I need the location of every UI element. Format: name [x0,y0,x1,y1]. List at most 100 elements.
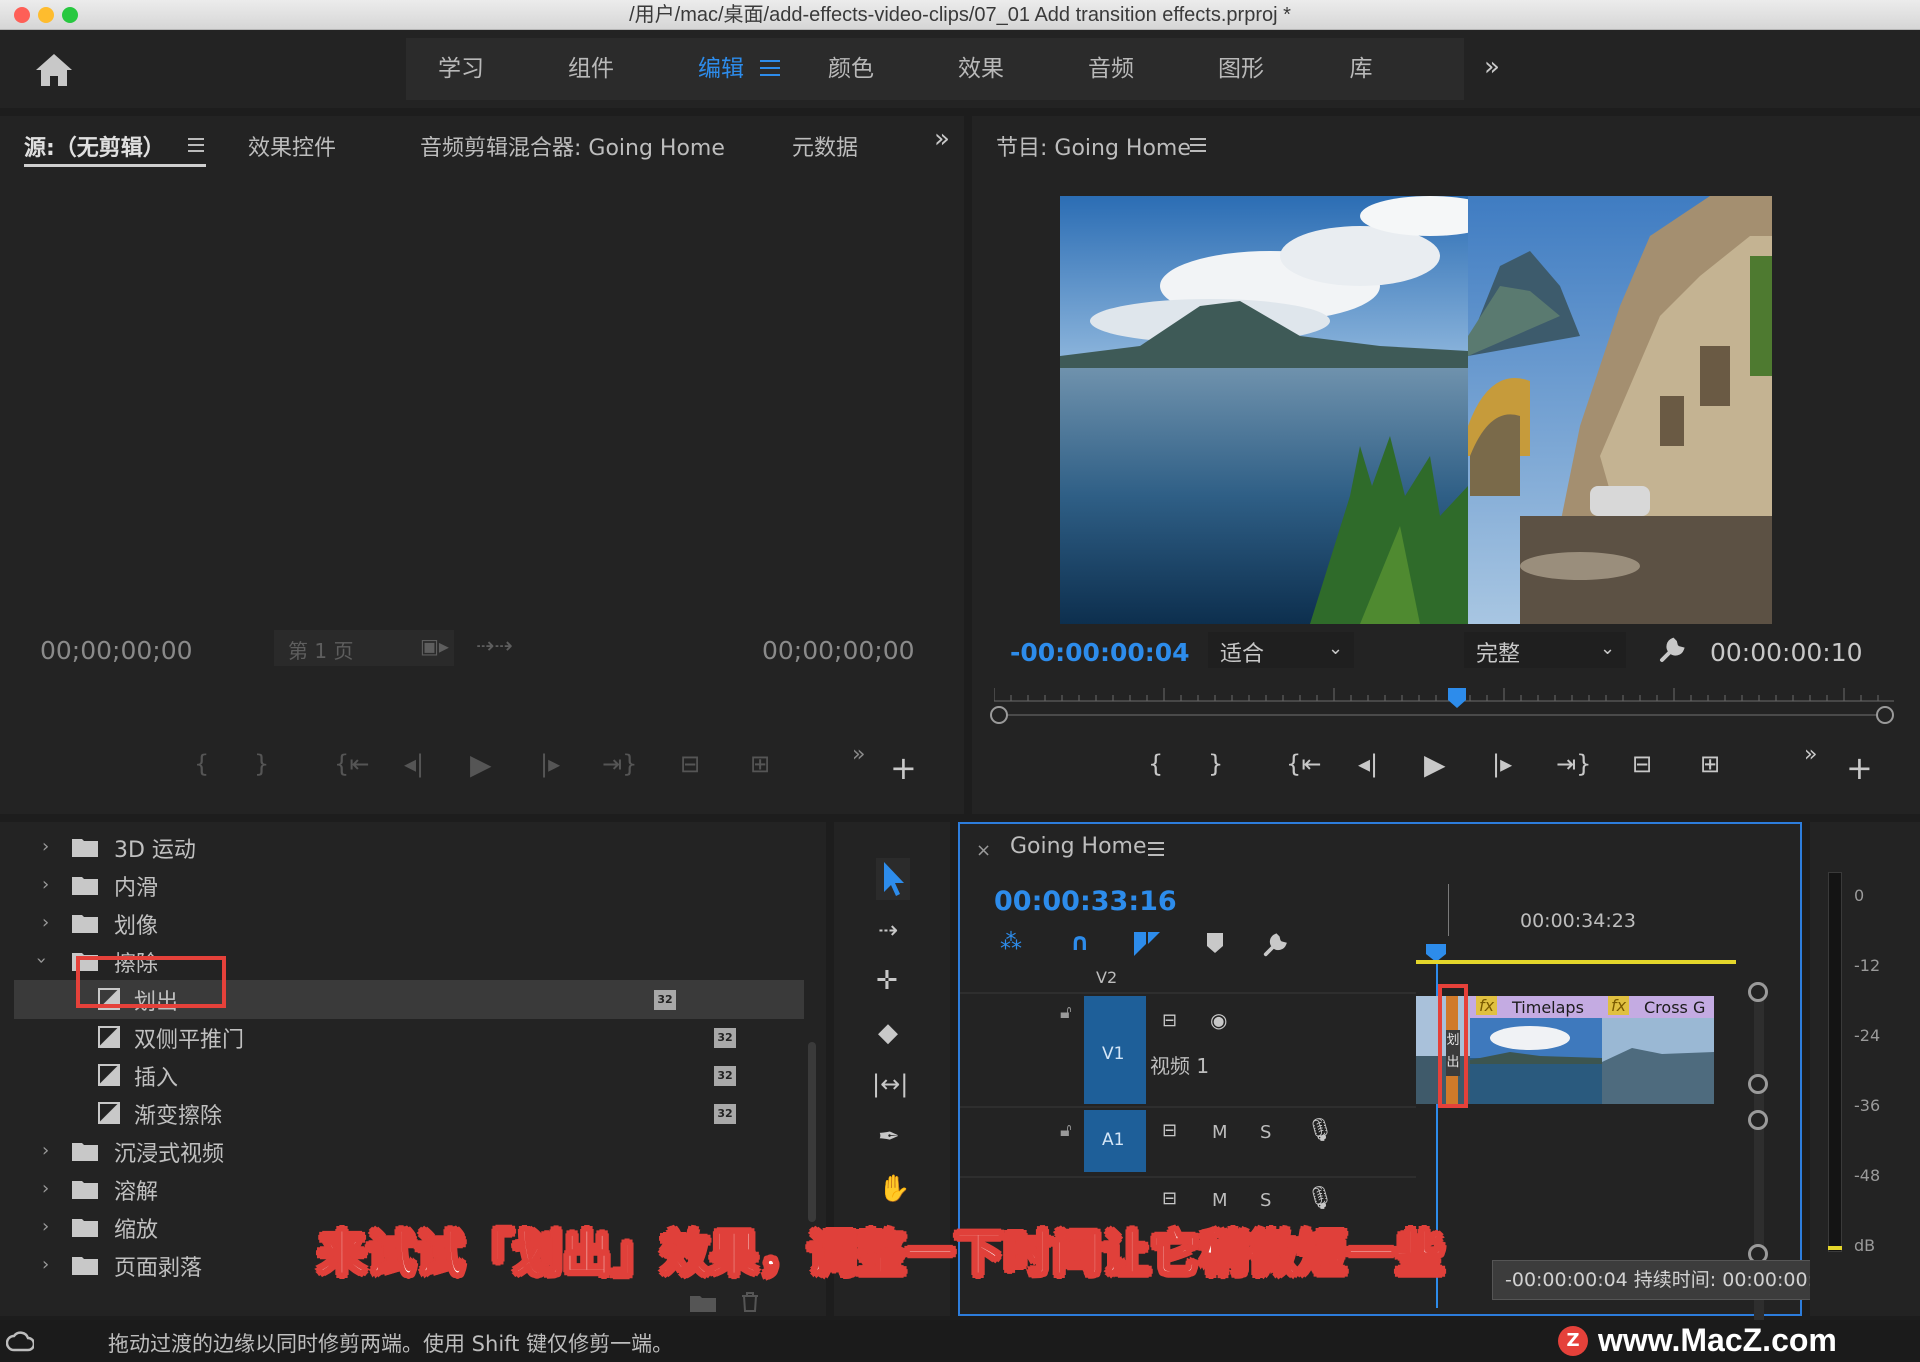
add-marker-icon[interactable] [1206,932,1224,954]
sequence-tab[interactable]: Going Home [1010,834,1147,859]
lock-icon[interactable]: 🔓︎ [1060,1120,1072,1141]
solo-button[interactable]: S [1260,1122,1271,1143]
tree-folder-slide[interactable]: › 内滑 [14,866,804,905]
scroll-handle[interactable] [1748,1074,1768,1094]
linked-selection-icon[interactable] [1132,930,1162,958]
timeline-menu-icon[interactable] [1148,842,1164,856]
ws-tab-graphics[interactable]: 图形 [1196,38,1286,100]
close-icon[interactable]: × [976,840,991,861]
transport-overflow-icon[interactable]: » [852,742,865,767]
page-selector[interactable]: 第 1 页 ▣▸ [274,630,454,666]
toggle-sync-lock-icon[interactable]: ⊟ [1162,1188,1177,1209]
source-timecode-in[interactable]: 00;00;00;00 [40,636,193,665]
program-ruler[interactable] [994,686,1894,702]
insert-icon[interactable]: ⊟ [680,750,700,778]
source-timecode-out[interactable]: 00;00;00;00 [762,636,915,665]
scroll-handle[interactable] [1748,982,1768,1002]
creative-cloud-icon[interactable] [6,1328,34,1354]
tree-folder-3d-motion[interactable]: › 3D 运动 [14,828,804,867]
ws-tab-audio[interactable]: 音频 [1066,38,1156,100]
zoom-handle-left[interactable] [990,706,1008,724]
program-playhead-icon[interactable] [1446,686,1468,710]
zoom-handle-right[interactable] [1876,706,1894,724]
track-a1-target[interactable]: A1 [1084,1110,1146,1172]
tree-effect-barn-doors[interactable]: 双侧平推门 32 [14,1018,804,1057]
add-button-icon[interactable]: + [890,752,917,784]
clip-cross[interactable]: fx Cross G [1602,996,1714,1104]
selection-tool-icon[interactable] [876,858,910,900]
ws-overflow-icon[interactable]: » [1484,52,1500,82]
lift-icon[interactable]: ⊟ [1632,750,1652,778]
track-select-tool-icon[interactable]: ⇢ [878,916,898,944]
program-menu-icon[interactable] [1190,138,1206,152]
toggle-sync-lock-icon[interactable]: ⊟ [1162,1010,1177,1031]
source-menu-icon[interactable] [188,138,204,152]
mute-button[interactable]: M [1212,1122,1228,1143]
zoom-dropdown[interactable]: 适合 ⌄ [1208,632,1354,668]
hand-tool-icon[interactable]: ✋ [878,1174,910,1204]
wrench-icon[interactable] [1262,930,1290,958]
tree-effect-gradient-wipe[interactable]: 渐变擦除 32 [14,1094,804,1133]
program-video-frame[interactable] [1060,196,1772,624]
ws-menu-icon[interactable] [760,60,780,76]
work-area-bar[interactable] [1416,960,1736,964]
tree-folder-immersive[interactable]: › 沉浸式视频 [14,1132,804,1171]
wrench-icon[interactable] [1658,634,1688,664]
solo-button[interactable]: S [1260,1190,1271,1211]
quality-dropdown[interactable]: 完整 ⌄ [1464,632,1626,668]
clip-timelapse[interactable]: fx Timelaps [1470,996,1602,1104]
pen-tool-icon[interactable]: ✒ [878,1122,900,1152]
tree-folder-iris[interactable]: › 划像 [14,904,804,943]
ws-tab-color[interactable]: 颜色 [806,38,896,100]
step-forward-icon[interactable]: |▸ [1492,750,1512,778]
play-icon[interactable]: ▶ [1424,748,1446,781]
settings-arrows-icon[interactable]: ⇢⇢ [476,634,513,659]
mute-button[interactable]: M [1212,1190,1228,1211]
tab-metadata[interactable]: 元数据 [792,130,858,162]
step-forward-icon[interactable]: |▸ [540,750,560,778]
step-back-icon[interactable]: ◂| [404,750,424,778]
program-duration-timecode[interactable]: 00:00:00:10 [1710,638,1863,667]
new-bin-icon[interactable] [690,1294,716,1312]
zoom-scrollbar[interactable] [994,714,1892,716]
microphone-icon[interactable]: 🎙︎ [1306,1118,1334,1143]
panel-overflow-icon[interactable]: » [934,124,950,154]
microphone-icon[interactable]: 🎙︎ [1306,1186,1334,1211]
go-to-in-icon[interactable]: {⇤ [334,750,369,778]
mark-in-icon[interactable]: { [194,750,209,778]
go-to-out-icon[interactable]: ⇥} [1556,750,1591,778]
ws-tab-editing[interactable]: 编辑 [676,38,766,100]
track-v1-target[interactable]: V1 [1084,996,1146,1104]
go-to-out-icon[interactable]: ⇥} [602,750,637,778]
effects-scrollbar[interactable] [808,1042,816,1222]
eye-icon[interactable]: ◉ [1210,1008,1227,1032]
tab-source[interactable]: 源:（无剪辑） [24,130,165,162]
ws-tab-learn[interactable]: 学习 [416,38,506,100]
toggle-sync-lock-icon[interactable]: ⊟ [1162,1120,1177,1141]
lock-icon[interactable]: 🔓︎ [1060,1002,1072,1023]
mark-in-icon[interactable]: { [1148,750,1163,778]
ripple-edit-tool-icon[interactable]: ✛ [876,966,898,996]
tree-effect-inset[interactable]: 插入 32 [14,1056,804,1095]
go-to-in-icon[interactable]: {⇤ [1286,750,1321,778]
tree-folder-dissolve[interactable]: › 溶解 [14,1170,804,1209]
extract-icon[interactable]: ⊞ [1700,750,1720,778]
program-current-timecode[interactable]: -00:00:00:04 [1010,638,1190,667]
slip-tool-icon[interactable]: |↔| [872,1070,908,1098]
ws-tab-assembly[interactable]: 组件 [546,38,636,100]
scroll-handle[interactable] [1748,1110,1768,1130]
razor-tool-icon[interactable]: ◆ [878,1018,898,1048]
transport-overflow-icon[interactable]: » [1804,742,1817,767]
play-icon[interactable]: ▶ [470,748,492,781]
snap-icon[interactable]: ∩ [1070,928,1090,956]
step-back-icon[interactable]: ◂| [1358,750,1378,778]
home-button[interactable] [8,30,98,108]
timeline-timecode[interactable]: 00:00:33:16 [994,886,1177,917]
trash-icon[interactable] [740,1292,760,1312]
nest-icon[interactable]: ⁂ [1000,930,1022,955]
mark-out-icon[interactable]: } [254,750,269,778]
track-v2-label[interactable]: V2 [1096,968,1117,987]
mark-out-icon[interactable]: } [1208,750,1223,778]
add-button-icon[interactable]: + [1846,752,1873,784]
program-title[interactable]: 节目: Going Home [996,130,1191,162]
